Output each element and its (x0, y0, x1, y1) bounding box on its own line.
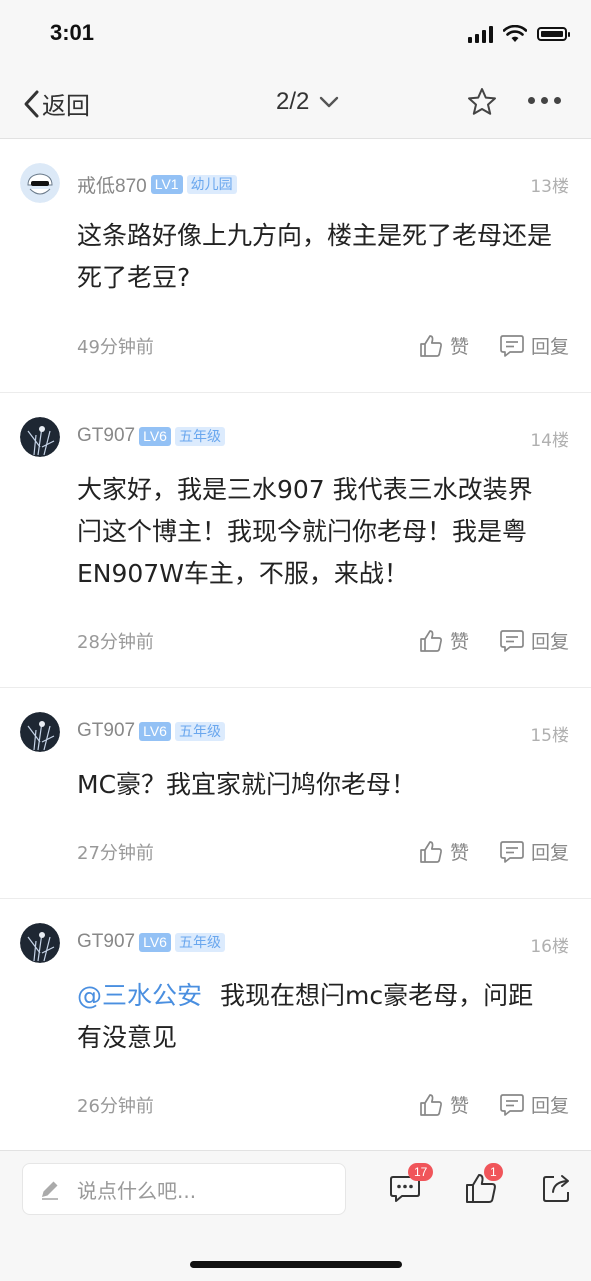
level-badge: LV1 (150, 175, 183, 194)
post-time: 27分钟前 (77, 842, 154, 864)
avatar[interactable] (20, 417, 60, 457)
rank-badge: 五年级 (174, 426, 225, 446)
user-line: GT907 LV6 五年级 (77, 425, 225, 447)
share-icon (543, 1175, 569, 1202)
back-chevron-icon (24, 90, 39, 117)
post-time: 49分钟前 (77, 336, 154, 358)
like-label: 赞 (449, 631, 469, 653)
like-button[interactable]: 赞 (418, 838, 469, 865)
reply-item: 戒低870 LV1 幼儿园 13楼 这条路好像上九方向，楼主是死了老母还是死了老… (0, 139, 591, 393)
like-button[interactable]: 赞 (418, 332, 469, 359)
reply-bubble-icon (500, 840, 524, 863)
like-post-button[interactable]: 1 (464, 1163, 503, 1209)
like-button[interactable]: 赞 (418, 627, 469, 654)
reply-content: MC豪？我宜家就闩鸠你老母！ (77, 764, 557, 806)
like-label: 赞 (449, 1095, 469, 1117)
bottom-bar: 说点什么吧... 17 1 (0, 1150, 591, 1281)
rank-badge: 五年级 (174, 721, 225, 741)
home-indicator[interactable] (190, 1261, 402, 1268)
pencil-icon (42, 1181, 58, 1200)
like-label: 赞 (449, 336, 469, 358)
level-badge: LV6 (139, 932, 171, 952)
post-time: 28分钟前 (77, 631, 154, 653)
reply-content: 大家好，我是三水907 我代表三水改装界闩这个博主！我现今就闩你老母！我是粤EN… (77, 469, 557, 595)
reply-label: 回复 (530, 842, 569, 864)
mention-link[interactable]: @三水公安 (77, 981, 202, 1010)
reply-text: 这条路好像上九方向，楼主是死了老母还是死了老豆? (77, 221, 553, 292)
username[interactable]: GT907 (77, 931, 135, 953)
user-line: 戒低870 LV1 幼儿园 (77, 171, 237, 198)
comments-button[interactable]: 17 (388, 1163, 434, 1209)
thumbs-up-icon (420, 840, 442, 863)
username[interactable]: GT907 (77, 720, 135, 742)
like-count-badge: 1 (484, 1163, 503, 1181)
page-selector[interactable]: 2/2 (276, 88, 339, 116)
status-bar: 3:01 (0, 0, 591, 70)
reply-text: MC豪？我宜家就闩鸠你老母！ (77, 770, 417, 799)
avatar[interactable] (20, 163, 60, 203)
username[interactable]: GT907 (77, 425, 135, 447)
reply-button[interactable]: 回复 (499, 838, 569, 865)
username[interactable]: 戒低870 (77, 171, 147, 198)
floor-number: 13楼 (530, 177, 569, 197)
comment-input[interactable]: 说点什么吧... (22, 1163, 346, 1215)
status-time: 3:01 (50, 20, 95, 45)
like-button[interactable]: 赞 (418, 1091, 469, 1118)
chevron-down-icon (320, 96, 339, 108)
like-label: 赞 (449, 842, 469, 864)
reply-item: GT907 LV6 五年级 15楼 MC豪？我宜家就闩鸠你老母！ 27分钟前 赞… (0, 688, 591, 899)
wifi-icon (503, 25, 527, 42)
reply-content: 这条路好像上九方向，楼主是死了老母还是死了老豆? (77, 215, 557, 299)
floor-number: 14楼 (530, 431, 569, 451)
signal-icon (468, 25, 493, 43)
reply-label: 回复 (530, 631, 569, 653)
user-line: GT907 LV6 五年级 (77, 720, 225, 742)
reply-label: 回复 (530, 336, 569, 358)
avatar[interactable] (20, 923, 60, 963)
reply-footer: 26分钟前 赞 回复 (77, 1091, 569, 1118)
comment-count-badge: 17 (408, 1163, 434, 1181)
star-icon (468, 88, 496, 115)
reply-footer: 28分钟前 赞 回复 (77, 627, 569, 654)
nav-bar: 返回 2/2 (0, 70, 591, 139)
status-icons (468, 25, 570, 43)
thumbs-up-icon (420, 1093, 442, 1116)
rank-badge: 幼儿园 (186, 175, 237, 194)
reply-footer: 49分钟前 赞 回复 (77, 332, 569, 359)
reply-text: 大家好，我是三水907 我代表三水改装界闩这个博主！我现今就闩你老母！我是粤EN… (77, 475, 533, 588)
reply-list: 戒低870 LV1 幼儿园 13楼 这条路好像上九方向，楼主是死了老母还是死了老… (0, 139, 591, 1150)
floor-number: 16楼 (530, 937, 569, 957)
user-line: GT907 LV6 五年级 (77, 931, 225, 953)
comment-placeholder: 说点什么吧... (77, 1178, 197, 1203)
back-label: 返回 (42, 92, 90, 120)
reply-footer: 27分钟前 赞 回复 (77, 838, 569, 865)
reply-content: @三水公安 我现在想闩mc豪老母，问距有没意见 (77, 975, 557, 1059)
share-button[interactable] (540, 1171, 574, 1209)
reply-button[interactable]: 回复 (499, 332, 569, 359)
thumbs-up-icon (420, 334, 442, 357)
battery-icon (537, 27, 570, 41)
reply-bubble-icon (500, 1093, 524, 1116)
floor-number: 15楼 (530, 726, 569, 746)
level-badge: LV6 (139, 426, 171, 446)
avatar[interactable] (20, 712, 60, 752)
back-button[interactable]: 返回 (22, 86, 90, 121)
more-icon[interactable] (528, 97, 561, 104)
post-time: 26分钟前 (77, 1095, 154, 1117)
reply-button[interactable]: 回复 (499, 627, 569, 654)
reply-item: GT907 LV6 五年级 16楼 @三水公安 我现在想闩mc豪老母，问距有没意见… (0, 899, 591, 1150)
favorite-button[interactable] (466, 86, 498, 122)
reply-button[interactable]: 回复 (499, 1091, 569, 1118)
reply-label: 回复 (530, 1095, 569, 1117)
reply-bubble-icon (500, 629, 524, 652)
reply-bubble-icon (500, 334, 524, 357)
rank-badge: 五年级 (174, 932, 225, 952)
thumbs-up-icon (420, 629, 442, 652)
level-badge: LV6 (139, 721, 171, 741)
reply-item: GT907 LV6 五年级 14楼 大家好，我是三水907 我代表三水改装界闩这… (0, 393, 591, 688)
page-indicator-text: 2/2 (276, 88, 310, 115)
